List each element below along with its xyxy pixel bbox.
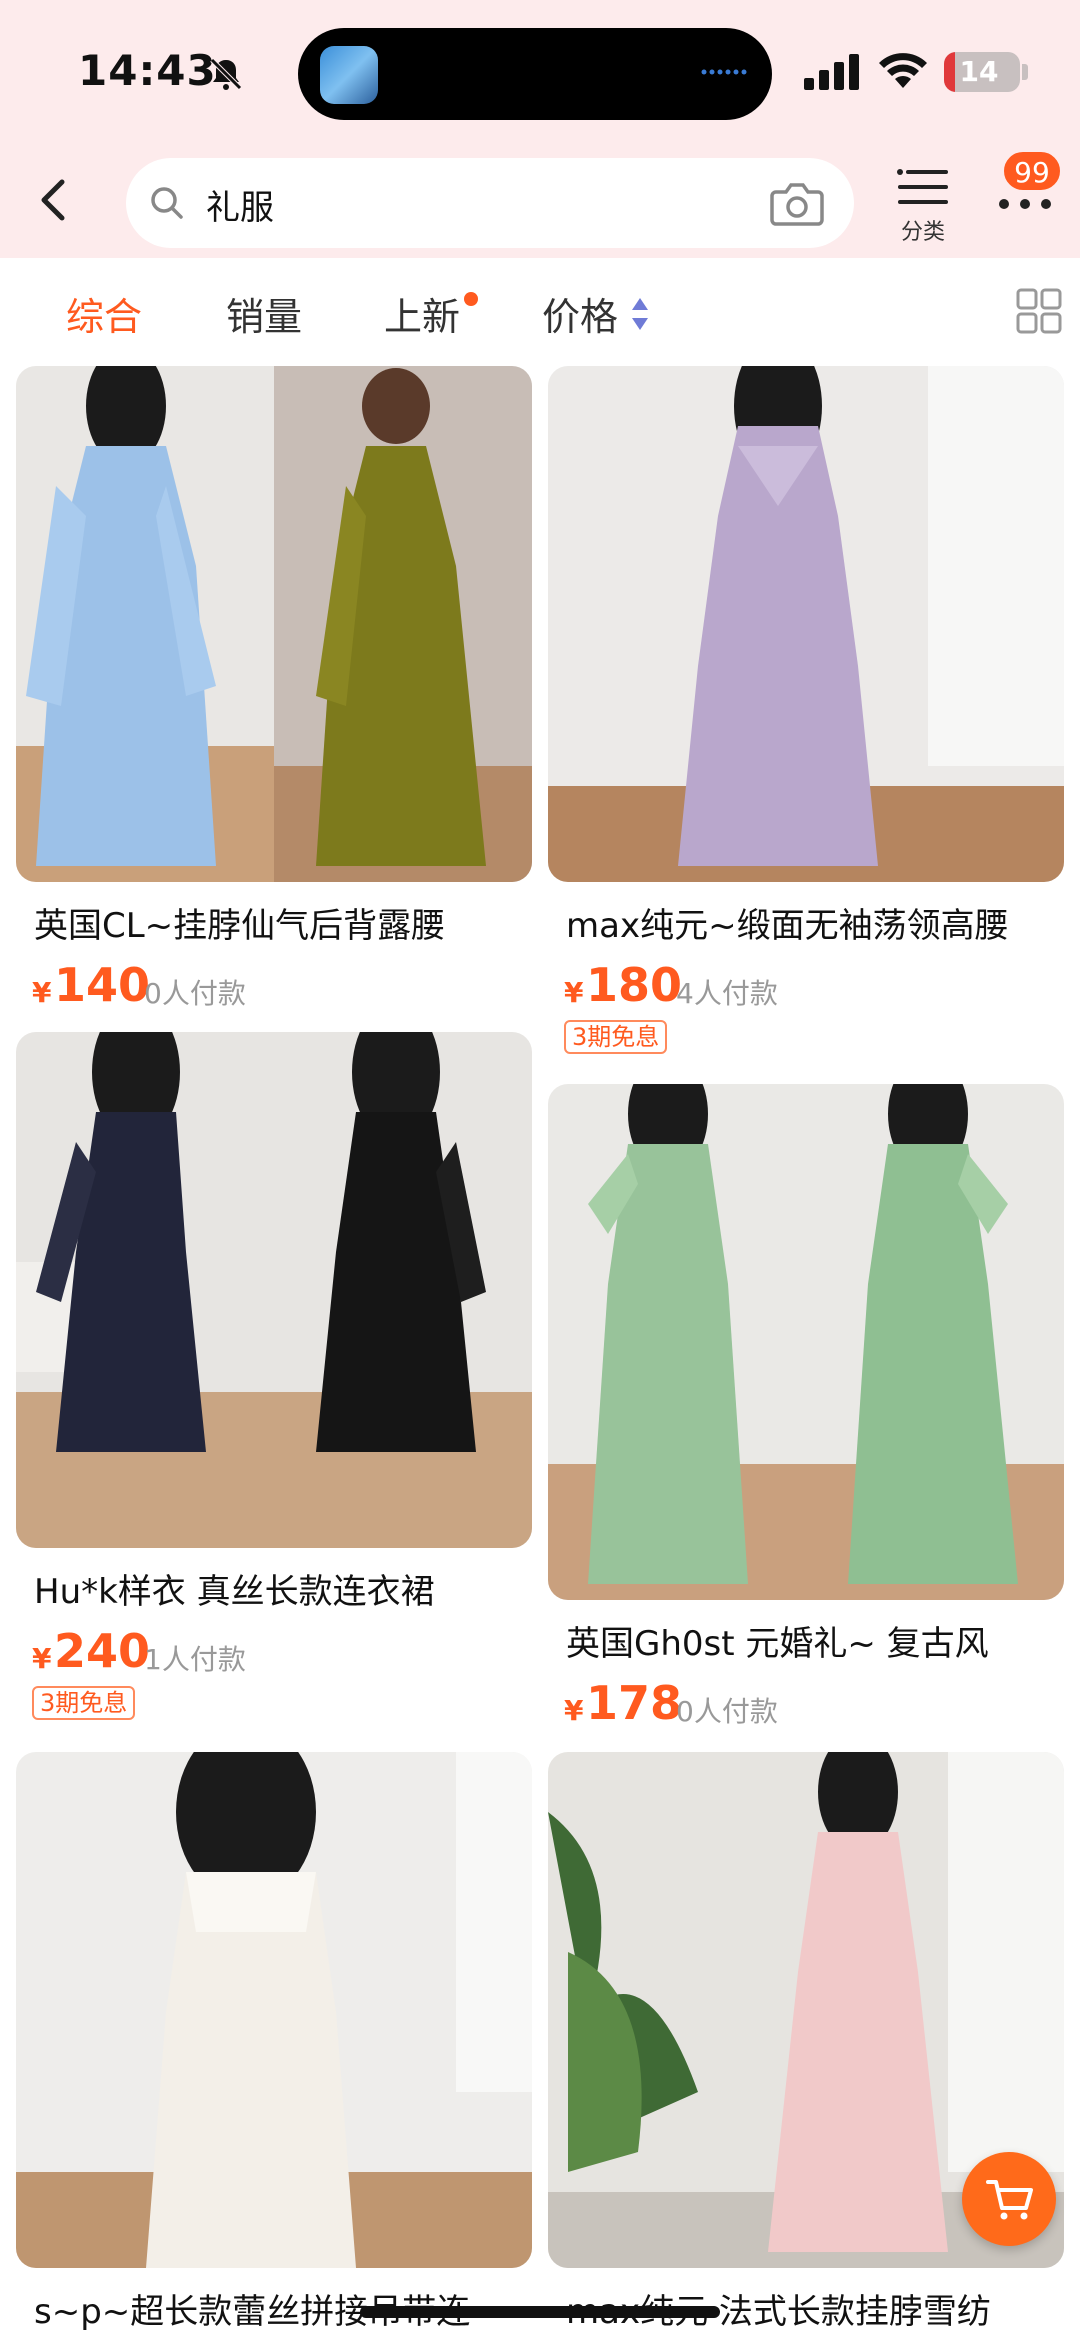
camera-icon[interactable] [770, 178, 824, 228]
battery-cap [1022, 64, 1028, 80]
tab-sales[interactable]: 销量 [226, 286, 302, 341]
waveform-icon [701, 69, 747, 75]
back-button[interactable] [28, 172, 84, 228]
product-card[interactable]: 英国Gh0st 元婚礼~ 复古风 ¥ 178 0人付款 [548, 1084, 1064, 1744]
more-dots-icon [999, 199, 1051, 209]
product-card[interactable]: Hu*k样衣 真丝长款连衣裙 ¥ 240 1人付款 3期免息 [16, 1032, 532, 1732]
header: 14:43 14 礼服 分类 99 [0, 0, 1080, 258]
filter-bar: 综合 销量 上新 价格 [0, 258, 1080, 366]
grid-view-icon[interactable] [1016, 288, 1062, 334]
battery-level: 14 [959, 55, 999, 88]
sort-arrows-icon [632, 298, 648, 330]
tab-new[interactable]: 上新 [384, 286, 460, 341]
product-image[interactable] [16, 1032, 532, 1548]
tab-comprehensive[interactable]: 综合 [66, 286, 142, 341]
cart-icon [986, 2180, 1033, 2220]
product-price: 140 [54, 958, 151, 1012]
sold-count: 0人付款 [676, 1695, 778, 1728]
product-image[interactable] [548, 1084, 1064, 1600]
search-query: 礼服 [206, 188, 274, 228]
status-bar: 14:43 14 [0, 0, 1080, 140]
product-price: 180 [586, 958, 683, 1012]
tab-price[interactable]: 价格 [542, 286, 618, 341]
currency-symbol: ¥ [32, 976, 52, 1009]
product-title[interactable]: max纯元~缎面无袖荡领高腰 [566, 898, 1066, 947]
wifi-icon [879, 53, 927, 88]
message-badge: 99 [1002, 150, 1062, 192]
product-card[interactable]: max纯元 法式长款挂脖雪纺 [548, 1752, 1064, 2341]
product-card[interactable]: max纯元~缎面无袖荡领高腰 ¥ 180 4人付款 3期免息 [548, 366, 1064, 1066]
category-label: 分类 [900, 220, 945, 245]
avatar [320, 46, 378, 104]
product-image[interactable] [16, 1752, 532, 2268]
product-title[interactable]: 英国CL~挂脖仙气后背露腰 [34, 898, 534, 947]
battery-icon: 14 [944, 52, 1020, 92]
cart-button[interactable] [962, 2152, 1056, 2246]
installment-badge: 3期免息 [564, 1020, 668, 1054]
product-title[interactable]: 英国Gh0st 元婚礼~ 复古风 [566, 1616, 1066, 1665]
category-button[interactable]: 分类 [888, 164, 958, 246]
signal-icon [804, 54, 859, 90]
currency-symbol: ¥ [564, 976, 584, 1009]
currency-symbol: ¥ [564, 1694, 584, 1727]
product-title[interactable]: Hu*k样衣 真丝长款连衣裙 [34, 1564, 534, 1613]
new-indicator-dot [464, 292, 478, 306]
product-price: 240 [54, 1624, 151, 1678]
currency-symbol: ¥ [32, 1642, 52, 1675]
sold-count: 0人付款 [144, 977, 246, 1010]
bell-off-icon [210, 58, 242, 90]
more-button[interactable]: 99 [990, 150, 1062, 240]
list-icon [897, 169, 948, 204]
product-image[interactable] [548, 366, 1064, 882]
product-feed: 英国CL~挂脖仙气后背露腰 ¥ 140 0人付款 max纯元~缎面无袖荡领高腰 … [0, 366, 1080, 2341]
sold-count: 1人付款 [144, 1643, 246, 1676]
product-price: 178 [586, 1676, 683, 1730]
installment-badge: 3期免息 [32, 1686, 136, 1720]
home-indicator[interactable] [360, 2306, 720, 2318]
product-card[interactable]: 英国CL~挂脖仙气后背露腰 ¥ 140 0人付款 [16, 366, 532, 1046]
product-image[interactable] [16, 366, 532, 882]
search-input[interactable]: 礼服 [126, 158, 854, 248]
search-icon [151, 187, 183, 219]
sold-count: 4人付款 [676, 977, 778, 1010]
status-time: 14:43 [78, 46, 217, 95]
product-card[interactable]: s~p~超长款蕾丝拼接吊带连 [16, 1752, 532, 2341]
